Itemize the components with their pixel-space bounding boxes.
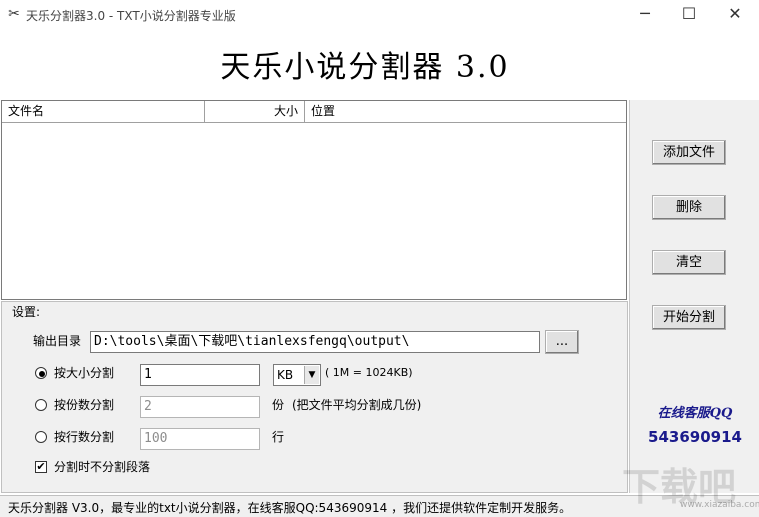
column-header-filename[interactable]: 文件名 bbox=[2, 101, 205, 122]
banner: 天乐小说分割器 3.0 bbox=[0, 28, 759, 100]
parts-unit-label: 份 bbox=[272, 398, 285, 412]
service-qq-number: 543690914 bbox=[648, 428, 742, 446]
settings-group: 设置: 输出目录 D:\tools\桌面\下载吧\tianlexsfengq\o… bbox=[1, 301, 628, 493]
by-size-label[interactable]: 按大小分割 bbox=[54, 362, 114, 384]
by-size-radio[interactable] bbox=[35, 367, 47, 379]
chevron-down-icon[interactable]: ▼ bbox=[304, 366, 319, 384]
by-lines-label[interactable]: 按行数分割 bbox=[54, 426, 114, 448]
clear-button[interactable]: 清空 bbox=[652, 250, 726, 275]
right-panel: 添加文件 删除 清空 开始分割 在线客服QQ 543690914 bbox=[629, 100, 759, 493]
by-lines-radio[interactable] bbox=[35, 431, 47, 443]
app-title: 天乐小说分割器 3.0 bbox=[220, 50, 510, 85]
file-list-header: 文件名 大小 位置 bbox=[2, 101, 626, 123]
size-note: ( 1M = 1024KB) bbox=[325, 366, 413, 379]
lines-unit-label: 行 bbox=[272, 430, 285, 444]
no-split-paragraph-checkbox[interactable]: ✔ bbox=[35, 461, 47, 473]
minimize-button[interactable]: ─ bbox=[622, 0, 668, 28]
no-split-paragraph-label[interactable]: 分割时不分割段落 bbox=[54, 456, 150, 478]
maximize-button[interactable]: ☐ bbox=[666, 0, 712, 28]
watermark-url: www.xiazaiba.com bbox=[680, 500, 759, 510]
output-dir-label: 输出目录 bbox=[33, 334, 82, 348]
column-header-location[interactable]: 位置 bbox=[305, 101, 626, 122]
radio-selected-dot bbox=[39, 371, 45, 377]
scissors-icon: ✂ bbox=[8, 6, 20, 22]
output-dir-input[interactable]: D:\tools\桌面\下载吧\tianlexsfengq\output\ bbox=[90, 331, 540, 353]
lines-value-input[interactable]: 100 bbox=[140, 428, 260, 450]
column-header-size[interactable]: 大小 bbox=[205, 101, 305, 122]
size-unit-value: KB bbox=[277, 368, 294, 382]
file-list[interactable]: 文件名 大小 位置 bbox=[1, 100, 627, 300]
close-button[interactable]: ✕ bbox=[712, 0, 758, 28]
check-icon: ✔ bbox=[36, 460, 46, 473]
delete-button[interactable]: 删除 bbox=[652, 195, 726, 220]
status-text: 天乐分割器 V3.0，最专业的txt小说分割器，在线客服QQ:543690914… bbox=[8, 501, 572, 515]
parts-note: (把文件平均分割成几份) bbox=[292, 398, 422, 412]
start-split-button[interactable]: 开始分割 bbox=[652, 305, 726, 330]
title-bar: ✂ 天乐分割器3.0 - TXT小说分割器专业版 ─ ☐ ✕ bbox=[0, 0, 759, 28]
by-parts-radio[interactable] bbox=[35, 399, 47, 411]
window-title: 天乐分割器3.0 - TXT小说分割器专业版 bbox=[26, 9, 236, 23]
service-qq-title: 在线客服QQ bbox=[657, 406, 733, 421]
size-unit-select[interactable]: KB ▼ bbox=[273, 364, 321, 386]
browse-button[interactable]: ... bbox=[545, 330, 579, 354]
add-file-button[interactable]: 添加文件 bbox=[652, 140, 726, 165]
by-parts-label[interactable]: 按份数分割 bbox=[54, 394, 114, 416]
size-value-input[interactable]: 1 bbox=[140, 364, 260, 386]
parts-value-input[interactable]: 2 bbox=[140, 396, 260, 418]
settings-legend: 设置: bbox=[10, 303, 43, 320]
